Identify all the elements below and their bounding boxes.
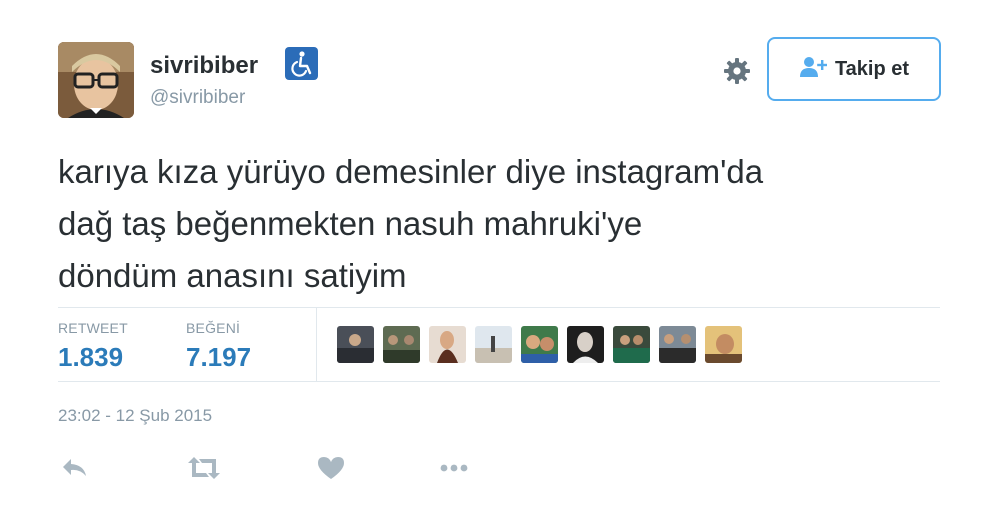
reply-icon[interactable] bbox=[60, 455, 90, 481]
more-icon[interactable] bbox=[438, 455, 470, 481]
like-label: BEĞENİ bbox=[186, 320, 241, 336]
liker-avatar[interactable] bbox=[383, 326, 420, 363]
avatar[interactable] bbox=[58, 42, 134, 118]
divider bbox=[58, 381, 940, 382]
user-handle[interactable]: @sivribiber bbox=[150, 87, 245, 109]
follow-button[interactable]: Takip et bbox=[767, 37, 941, 101]
display-name[interactable]: sivribiber bbox=[150, 52, 258, 80]
retweet-count: 1.839 bbox=[58, 342, 124, 372]
like-count: 7.197 bbox=[186, 342, 252, 372]
tweet-timestamp[interactable]: 23:02 - 12 Şub 2015 bbox=[58, 406, 212, 426]
wheelchair-icon bbox=[285, 47, 318, 80]
retweet-label: RETWEET bbox=[58, 320, 128, 336]
liker-avatars bbox=[337, 326, 742, 363]
liker-avatar[interactable] bbox=[521, 326, 558, 363]
follow-button-label: Takip et bbox=[834, 57, 910, 80]
liker-avatar[interactable] bbox=[567, 326, 604, 363]
divider bbox=[58, 307, 940, 308]
retweet-icon[interactable] bbox=[186, 455, 222, 481]
like-icon[interactable] bbox=[316, 455, 346, 481]
retweet-stat[interactable]: RETWEET 1.839 bbox=[58, 320, 128, 373]
divider bbox=[316, 308, 317, 381]
liker-avatar[interactable] bbox=[475, 326, 512, 363]
liker-avatar[interactable] bbox=[705, 326, 742, 363]
tweet-text: karıya kıza yürüyo demesinler diye insta… bbox=[58, 153, 764, 294]
add-user-icon bbox=[799, 56, 828, 83]
like-stat[interactable]: BEĞENİ 7.197 bbox=[186, 320, 251, 373]
gear-icon[interactable] bbox=[721, 55, 753, 87]
liker-avatar[interactable] bbox=[337, 326, 374, 363]
liker-avatar[interactable] bbox=[429, 326, 466, 363]
liker-avatar[interactable] bbox=[659, 326, 696, 363]
liker-avatar[interactable] bbox=[613, 326, 650, 363]
